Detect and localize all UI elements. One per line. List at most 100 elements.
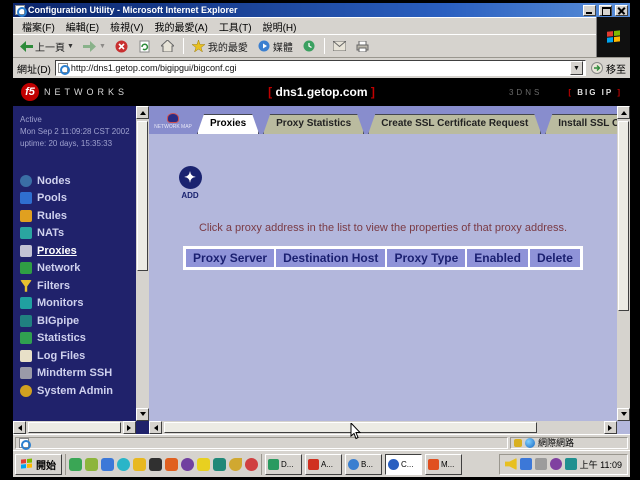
quick-launch-icon[interactable] bbox=[213, 458, 226, 471]
quick-launch-icon[interactable] bbox=[101, 458, 114, 471]
quick-launch-icon[interactable] bbox=[245, 458, 258, 471]
sidebar-content: Active Mon Sep 2 11:09:28 CST 2002 uptim… bbox=[13, 106, 136, 421]
media-icon bbox=[257, 39, 271, 53]
quick-launch-icon[interactable] bbox=[69, 458, 82, 471]
back-dropdown-icon[interactable]: ▼ bbox=[67, 43, 74, 50]
column-header-enabled[interactable]: Enabled bbox=[466, 248, 529, 268]
column-header-delete[interactable]: Delete bbox=[529, 248, 581, 268]
address-dropdown-icon[interactable]: ▼ bbox=[570, 61, 583, 75]
sidebar-item-network[interactable]: Network bbox=[20, 260, 136, 278]
scroll-down-icon[interactable] bbox=[136, 408, 149, 421]
main-horizontal-scrollbar[interactable] bbox=[149, 421, 617, 434]
sidebar-item-nodes[interactable]: Nodes bbox=[20, 172, 136, 190]
menu-bar: 檔案(F) 編輯(E) 檢視(V) 我的最愛(A) 工具(T) 說明(H) bbox=[13, 17, 596, 34]
monitors-icon bbox=[20, 297, 32, 309]
scroll-up-icon[interactable] bbox=[136, 106, 149, 119]
sidebar-item-log-files[interactable]: Log Files bbox=[20, 347, 136, 365]
quick-launch-icon[interactable] bbox=[229, 458, 242, 471]
minimize-button[interactable] bbox=[583, 5, 596, 16]
tray-icon[interactable] bbox=[550, 458, 562, 470]
menu-view[interactable]: 檢視(V) bbox=[105, 18, 148, 35]
quick-launch-icon[interactable] bbox=[165, 458, 178, 471]
tab-create-ssl-certificate-request[interactable]: Create SSL Certificate Request bbox=[368, 114, 541, 134]
menu-favorites[interactable]: 我的最愛(A) bbox=[149, 18, 212, 35]
refresh-icon bbox=[138, 39, 152, 53]
scroll-left-icon[interactable] bbox=[13, 421, 26, 434]
add-proxy-button[interactable]: ✦ ADD bbox=[177, 166, 203, 200]
tray-icon[interactable] bbox=[520, 458, 532, 470]
close-button[interactable] bbox=[615, 5, 628, 16]
display-icon[interactable] bbox=[535, 458, 547, 470]
network-map-button[interactable]: NETWORK MAP bbox=[149, 108, 197, 134]
stop-button[interactable] bbox=[112, 38, 132, 54]
sidebar-item-nats[interactable]: NATs bbox=[20, 225, 136, 243]
quick-launch-icon[interactable] bbox=[117, 458, 130, 471]
volume-icon[interactable] bbox=[505, 458, 517, 470]
print-button[interactable] bbox=[353, 38, 373, 54]
scrollbar-thumb[interactable] bbox=[137, 121, 148, 271]
scrollbar-thumb[interactable] bbox=[28, 422, 121, 433]
column-header-proxy-type[interactable]: Proxy Type bbox=[386, 248, 466, 268]
media-button[interactable]: 媒體 bbox=[254, 38, 296, 55]
sidebar-item-rules[interactable]: Rules bbox=[20, 207, 136, 225]
page-icon bbox=[58, 63, 68, 73]
menu-edit[interactable]: 編輯(E) bbox=[61, 18, 104, 35]
sidebar-item-pools[interactable]: Pools bbox=[20, 190, 136, 208]
column-header-destination-host[interactable]: Destination Host bbox=[275, 248, 386, 268]
taskbar-window-button[interactable]: A... bbox=[305, 454, 342, 475]
sidebar-item-system-admin[interactable]: System Admin bbox=[20, 382, 136, 400]
refresh-button[interactable] bbox=[135, 38, 155, 54]
scroll-up-icon[interactable] bbox=[617, 106, 630, 119]
address-input[interactable]: http://dns1.getop.com/bigipgui/bigconf.c… bbox=[55, 60, 586, 76]
tab-strip: NETWORK MAP Proxies Proxy Statistics Cre… bbox=[149, 106, 617, 134]
taskbar-window-button[interactable]: D... bbox=[265, 454, 302, 475]
scroll-left-icon[interactable] bbox=[149, 421, 162, 434]
menu-help[interactable]: 說明(H) bbox=[258, 18, 302, 35]
app-icon bbox=[268, 459, 279, 470]
quick-launch-icon[interactable] bbox=[181, 458, 194, 471]
mail-button[interactable] bbox=[330, 38, 350, 54]
menu-file[interactable]: 檔案(F) bbox=[17, 18, 60, 35]
taskbar-window-button-active[interactable]: C... bbox=[385, 454, 422, 475]
taskbar-window-button[interactable]: M... bbox=[425, 454, 462, 475]
back-button[interactable]: 上一頁 ▼ bbox=[16, 38, 77, 55]
tab-install-ssl-certificate[interactable]: Install SSL Certif bbox=[545, 114, 617, 134]
sidebar-item-filters[interactable]: Filters bbox=[20, 277, 136, 295]
sidebar-horizontal-scrollbar[interactable] bbox=[13, 421, 136, 434]
scroll-right-icon[interactable] bbox=[123, 421, 136, 434]
sidebar-item-statistics[interactable]: Statistics bbox=[20, 330, 136, 348]
sidebar-vertical-scrollbar[interactable] bbox=[136, 106, 149, 421]
menu-tools[interactable]: 工具(T) bbox=[214, 18, 257, 35]
sidebar-item-bigpipe[interactable]: BIGpipe bbox=[20, 312, 136, 330]
tray-icon[interactable] bbox=[565, 458, 577, 470]
scrollbar-thumb[interactable] bbox=[618, 121, 629, 311]
sidebar-item-proxies[interactable]: Proxies bbox=[20, 242, 136, 260]
restore-button[interactable] bbox=[599, 5, 612, 16]
forward-dropdown-icon[interactable]: ▼ bbox=[99, 43, 106, 50]
go-button[interactable]: 移至 bbox=[590, 61, 626, 76]
quick-launch-icon[interactable] bbox=[133, 458, 146, 471]
column-header-proxy-server[interactable]: Proxy Server bbox=[185, 248, 275, 268]
network-map-label: NETWORK MAP bbox=[154, 124, 192, 130]
go-icon bbox=[590, 61, 604, 75]
bracket-right: ] bbox=[371, 85, 375, 99]
history-button[interactable] bbox=[299, 38, 319, 54]
forward-button[interactable]: ▼ bbox=[80, 38, 109, 54]
tab-proxy-statistics[interactable]: Proxy Statistics bbox=[263, 114, 364, 134]
back-label: 上一頁 bbox=[35, 39, 65, 54]
tab-proxies[interactable]: Proxies bbox=[197, 114, 259, 134]
main-vertical-scrollbar[interactable] bbox=[617, 106, 630, 421]
scroll-right-icon[interactable] bbox=[604, 421, 617, 434]
quick-launch-icon[interactable] bbox=[85, 458, 98, 471]
sidebar-item-monitors[interactable]: Monitors bbox=[20, 295, 136, 313]
scroll-down-icon[interactable] bbox=[617, 408, 630, 421]
favorites-button[interactable]: 我的最愛 bbox=[189, 38, 251, 55]
start-button[interactable]: 開始 bbox=[15, 454, 62, 475]
sidebar-item-mindterm-ssh[interactable]: Mindterm SSH bbox=[20, 365, 136, 383]
home-button[interactable] bbox=[158, 38, 178, 54]
zone-label: 網際網路 bbox=[538, 436, 574, 449]
taskbar-window-button[interactable]: B... bbox=[345, 454, 382, 475]
favorites-label: 我的最愛 bbox=[208, 39, 248, 54]
quick-launch-icon[interactable] bbox=[197, 458, 210, 471]
quick-launch-icon[interactable] bbox=[149, 458, 162, 471]
